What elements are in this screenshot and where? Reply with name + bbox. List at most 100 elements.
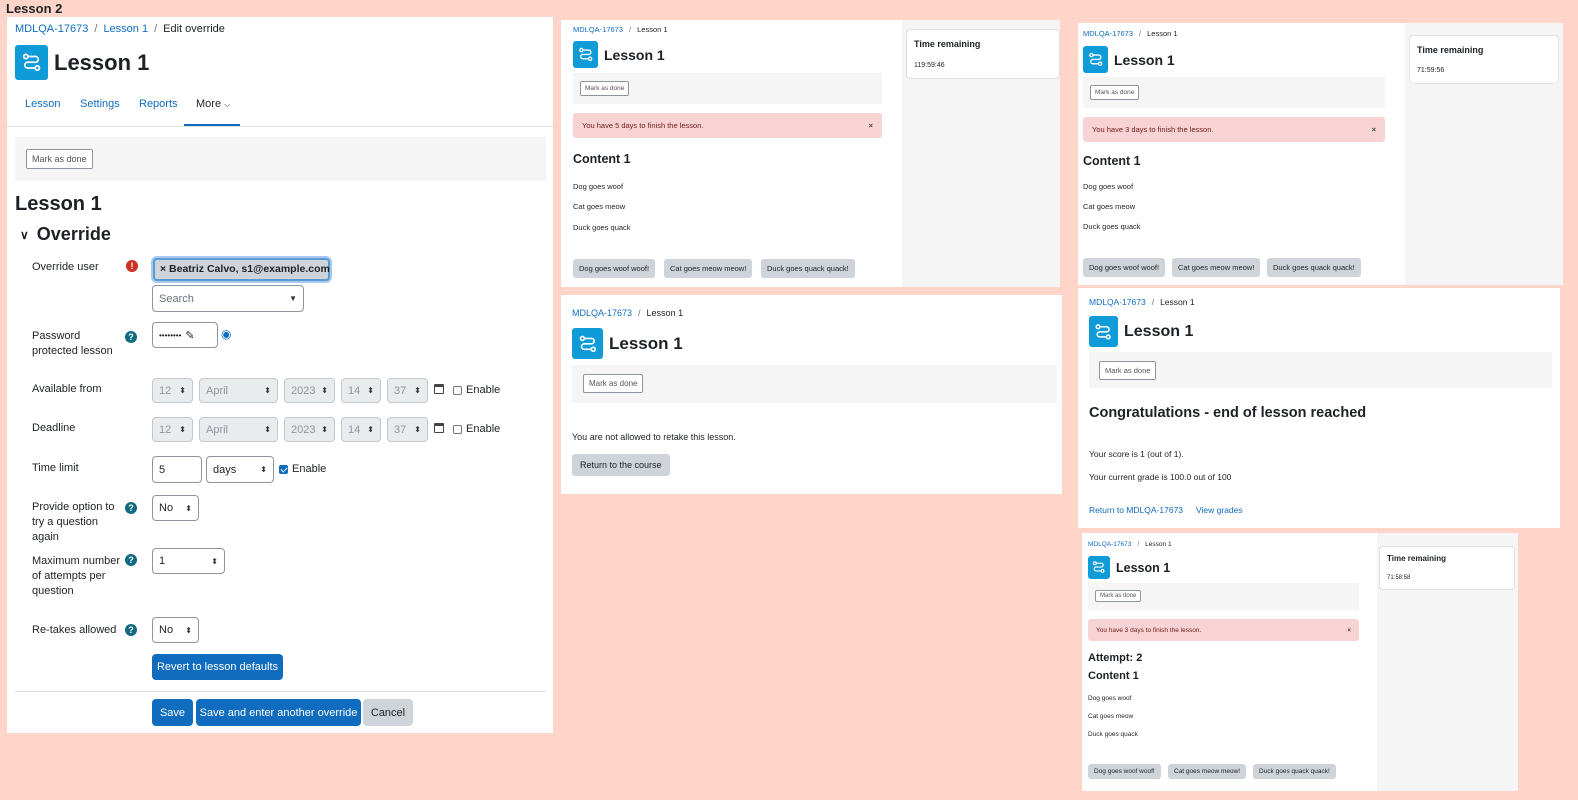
time-remaining-card: Time remaining 71:59:56 xyxy=(1409,35,1559,84)
time-alert: You have 3 days to finish the lesson. × xyxy=(1088,619,1359,641)
updown-icon: ⬍ xyxy=(260,465,267,474)
content-heading: Content 1 xyxy=(1083,154,1141,168)
save-button[interactable]: Save xyxy=(152,699,193,726)
selected-user-tag[interactable]: × Beatriz Calvo, s1@example.com xyxy=(153,258,330,281)
time-limit-input[interactable]: 5 xyxy=(152,456,202,483)
edit-override-panel: MDLQA-17673/ Lesson 1/ Edit override Les… xyxy=(7,17,553,733)
retakes-label: Re-takes allowed xyxy=(32,624,117,636)
help-icon[interactable]: ? xyxy=(125,554,137,566)
help-icon[interactable]: ? xyxy=(125,502,137,514)
lesson-icon xyxy=(1088,556,1110,579)
mark-done-button[interactable]: Mark as done xyxy=(1095,590,1142,602)
breadcrumb-course[interactable]: MDLQA-17673 xyxy=(15,23,88,35)
mark-done-button[interactable]: Mark as done xyxy=(26,149,93,169)
updown-icon: ⬍ xyxy=(414,425,421,434)
mark-done-button[interactable]: Mark as done xyxy=(583,374,644,393)
deadline-month-value: April xyxy=(206,423,229,436)
breadcrumb-course[interactable]: MDLQA-17673 xyxy=(1088,541,1131,548)
answer-button[interactable]: Cat goes meow meow! xyxy=(664,259,753,278)
breadcrumb-current: Lesson 1 xyxy=(1160,297,1195,307)
help-icon[interactable]: ? xyxy=(125,624,137,636)
retake-message: You are not allowed to retake this lesso… xyxy=(572,432,736,442)
content-line: Duck goes quack xyxy=(1088,731,1138,738)
return-course-button[interactable]: Return to the course xyxy=(572,454,670,476)
answer-button[interactable]: Duck goes quack quack! xyxy=(1267,258,1361,277)
dropdown-arrow-icon: ▼ xyxy=(289,294,297,303)
lesson-title: Lesson 1 xyxy=(54,49,150,75)
tab-lesson[interactable]: Lesson xyxy=(25,98,60,110)
time-limit-value: 5 xyxy=(159,463,166,476)
save-another-button[interactable]: Save and enter another override xyxy=(196,699,361,726)
breadcrumb-course[interactable]: MDLQA-17673 xyxy=(572,308,632,318)
calendar-icon[interactable] xyxy=(434,423,444,433)
updown-icon: ⬍ xyxy=(264,386,271,395)
answer-button[interactable]: Cat goes meow meow! xyxy=(1168,764,1247,779)
retakes-select[interactable]: No ⬍ xyxy=(152,617,199,643)
edit-pencil-icon[interactable]: ✎ xyxy=(185,329,194,342)
lesson-view-attempt2: MDLQA-17673/Lesson 1 Lesson 1 Mark as do… xyxy=(1082,533,1518,791)
calendar-icon[interactable] xyxy=(434,384,444,394)
updown-icon: ⬍ xyxy=(414,386,421,395)
available-month-value: April xyxy=(206,384,229,397)
time-limit-enable-checkbox[interactable]: Enable xyxy=(279,463,326,475)
secondary-nav: Lesson Settings Reports More ⌵ xyxy=(7,89,553,127)
mark-done-button[interactable]: Mark as done xyxy=(1099,361,1157,380)
available-enable-checkbox[interactable]: Enable xyxy=(453,384,500,396)
cancel-button[interactable]: Cancel xyxy=(363,699,413,726)
breadcrumb-course[interactable]: MDLQA-17673 xyxy=(573,25,623,34)
timer-sidebar: Time remaining 119:59:46 xyxy=(902,20,1060,287)
enable-label: Enable xyxy=(292,463,327,475)
updown-icon: ⬍ xyxy=(321,425,328,434)
deadline-enable-checkbox[interactable]: Enable xyxy=(453,423,500,435)
time-remaining-value: 119:59:46 xyxy=(914,62,945,69)
lesson-title: Lesson 1 xyxy=(1114,51,1175,68)
attempt-heading: Attempt: 2 xyxy=(1088,652,1143,664)
return-course-link[interactable]: Return to MDLQA-17673 xyxy=(1089,505,1183,515)
activity-header: Mark as done xyxy=(1083,77,1385,108)
answer-button[interactable]: Dog goes woof woof! xyxy=(1083,258,1166,277)
override-heading[interactable]: ∨ Override xyxy=(20,224,111,245)
time-alert: You have 5 days to finish the lesson. × xyxy=(573,113,882,138)
checkbox-checked[interactable] xyxy=(279,464,288,474)
answer-button[interactable]: Dog goes woof woof! xyxy=(1088,764,1161,779)
available-hour-value: 14 xyxy=(348,384,361,397)
activity-header: Mark as done xyxy=(1089,352,1552,388)
view-grades-link[interactable]: View grades xyxy=(1196,505,1243,515)
answer-button[interactable]: Dog goes woof woof! xyxy=(573,259,656,278)
breadcrumb-course[interactable]: MDLQA-17673 xyxy=(1089,297,1146,307)
time-limit-unit-select[interactable]: days ⬍ xyxy=(206,456,274,483)
content-line: Cat goes meow xyxy=(1088,713,1134,720)
lesson-view-3days: MDLQA-17673/Lesson 1 Lesson 1 Mark as do… xyxy=(1078,23,1563,285)
activity-header: Mark as done xyxy=(572,365,1057,403)
available-year-value: 2023 xyxy=(291,384,316,397)
mark-done-button[interactable]: Mark as done xyxy=(580,81,630,96)
help-icon[interactable]: ? xyxy=(125,331,137,343)
reveal-eye-icon[interactable]: ◉ xyxy=(221,327,231,341)
content-line: Cat goes meow xyxy=(1083,202,1136,211)
answer-button[interactable]: Cat goes meow meow! xyxy=(1172,258,1261,277)
checkbox-box[interactable] xyxy=(453,424,462,434)
user-search-select[interactable]: Search ▼ xyxy=(152,285,304,312)
lesson-title: Lesson 1 xyxy=(609,333,683,353)
password-field[interactable]: •••••••• ✎ xyxy=(152,322,218,348)
tab-settings[interactable]: Settings xyxy=(80,98,120,110)
revert-defaults-button[interactable]: Revert to lesson defaults xyxy=(152,654,283,680)
activity-header: Mark as done xyxy=(15,137,546,181)
mark-done-button[interactable]: Mark as done xyxy=(1090,85,1140,100)
close-icon[interactable]: × xyxy=(1347,627,1351,634)
tab-more[interactable]: More ⌵ xyxy=(184,89,240,126)
deadline-day-select: 12 ⬍ xyxy=(152,417,193,442)
breadcrumb-lesson[interactable]: Lesson 1 xyxy=(103,23,148,35)
close-icon[interactable]: × xyxy=(869,121,873,130)
tab-reports[interactable]: Reports xyxy=(139,98,178,110)
breadcrumb: MDLQA-17673/Lesson 1 xyxy=(1089,297,1195,307)
checkbox-box[interactable] xyxy=(453,385,462,395)
grade-text: Your current grade is 100.0 out of 100 xyxy=(1089,472,1232,482)
answer-button[interactable]: Duck goes quack quack! xyxy=(1253,764,1336,779)
answer-button[interactable]: Duck goes quack quack! xyxy=(761,259,855,278)
max-attempts-select[interactable]: 1 ⬍ xyxy=(152,548,225,574)
close-icon[interactable]: × xyxy=(1372,125,1376,134)
breadcrumb-course[interactable]: MDLQA-17673 xyxy=(1083,29,1133,38)
activity-header: Mark as done xyxy=(573,73,882,104)
try-again-select[interactable]: No ⬍ xyxy=(152,495,199,521)
